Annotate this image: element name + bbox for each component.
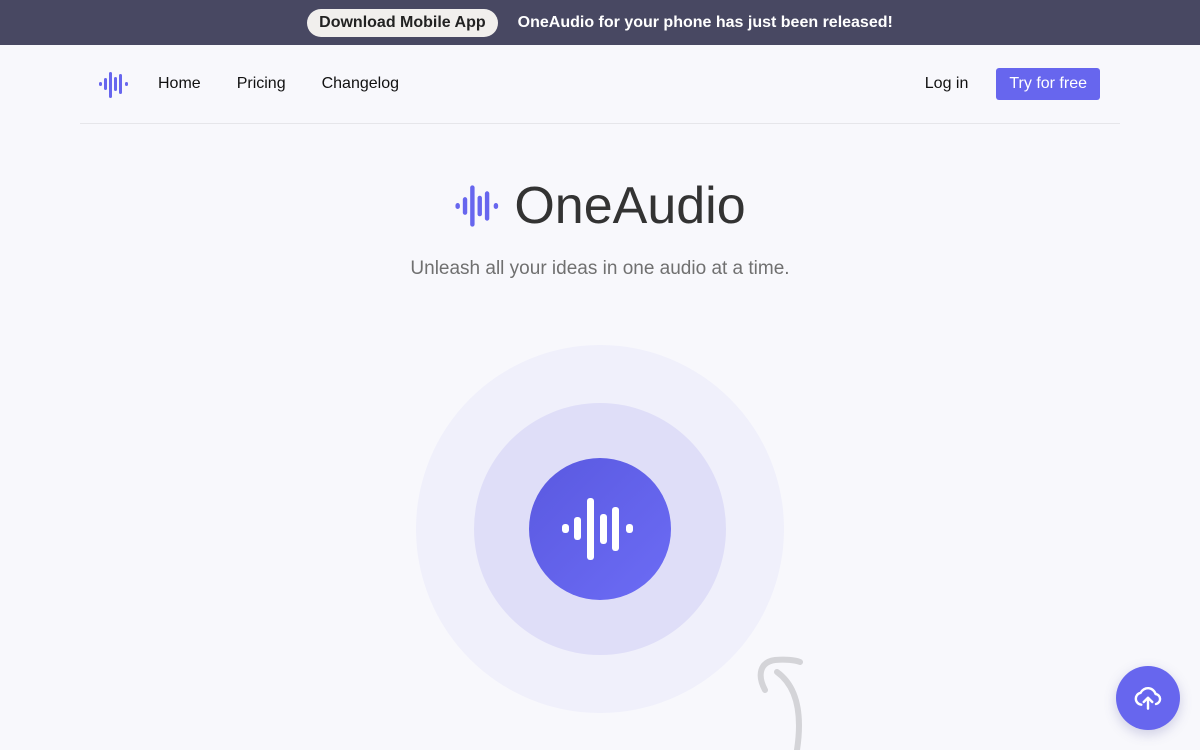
- nav-link-changelog[interactable]: Changelog: [322, 75, 399, 93]
- audio-wave-icon: [99, 72, 128, 98]
- nav-link-pricing[interactable]: Pricing: [237, 75, 286, 93]
- hero: OneAudio Unleash all your ideas in one a…: [0, 176, 1200, 280]
- hero-title: OneAudio: [514, 177, 746, 235]
- nav-link-home[interactable]: Home: [158, 75, 201, 93]
- hero-subtitle: Unleash all your ideas in one audio at a…: [410, 258, 790, 279]
- logo-link[interactable]: [98, 67, 134, 101]
- upload-button[interactable]: [1116, 666, 1180, 730]
- audio-wave-icon: [455, 185, 499, 227]
- curved-arrow-doodle: [757, 656, 803, 750]
- download-mobile-app-button[interactable]: Download Mobile App: [307, 8, 498, 37]
- audio-wave-icon: [562, 498, 633, 560]
- nav-actions: Log in Try for free: [925, 68, 1100, 100]
- announcement-banner: Download Mobile App OneAudio for your ph…: [0, 0, 1200, 45]
- cloud-upload-icon: [1134, 687, 1162, 710]
- hero-brand: OneAudio: [454, 176, 746, 236]
- record-button[interactable]: [529, 458, 671, 600]
- top-nav: Home Pricing Changelog Log in Try for fr…: [80, 45, 1120, 124]
- try-for-free-button[interactable]: Try for free: [996, 68, 1100, 100]
- login-link[interactable]: Log in: [925, 75, 969, 93]
- nav-links: Home Pricing Changelog: [158, 75, 399, 93]
- announcement-text: OneAudio for your phone has just been re…: [517, 13, 893, 31]
